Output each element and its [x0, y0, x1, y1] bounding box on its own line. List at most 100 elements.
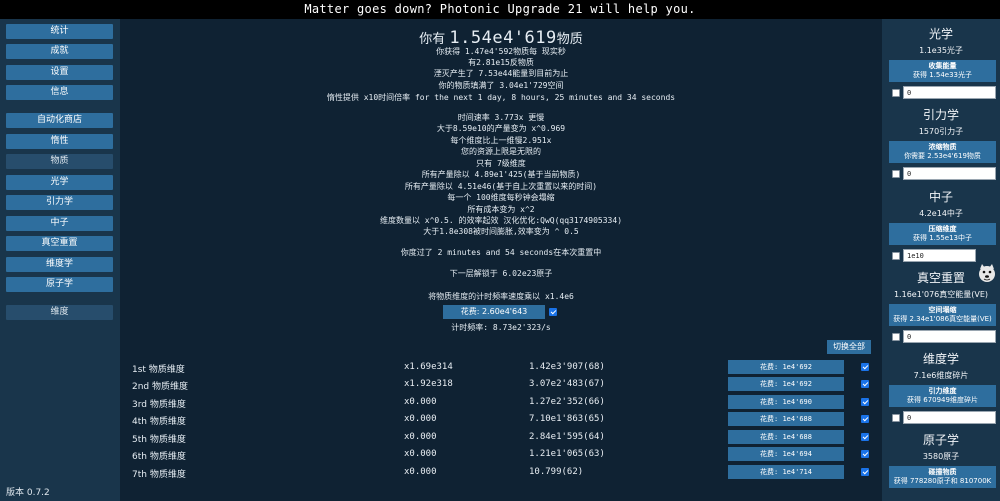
dimension-name: 4th 物质维度 — [132, 417, 186, 427]
auto-amount-input[interactable]: 0 — [903, 167, 996, 180]
auto-row: 0 — [882, 86, 1000, 100]
auto-checkbox[interactable] — [892, 414, 900, 422]
button-text: 获得 778280原子和 810700K — [893, 477, 992, 485]
nav-dimensionality[interactable]: 维度学 — [6, 257, 113, 272]
right-prestige-panel: 光学 1.1e35光子 收集能量 获得 1.54e33光子 0 引力学 1570… — [882, 19, 1000, 501]
effect-line: 大于1.8e308被时间膨胀,效率变为 ^ 0.5 — [423, 227, 579, 236]
amount-value: 1.54e4'619 — [449, 28, 557, 48]
effect-line: 每个维度比上一维慢2.951x — [450, 136, 552, 145]
tickspeed-buy-button[interactable]: 花费: 2.60e4'643 — [443, 305, 545, 319]
auto-row: 0 — [882, 411, 1000, 425]
dimension-row: 5th 物质维度 x0.000 2.84e1'595(64) 花费: 1e4'6… — [120, 429, 882, 446]
dimension-auto-checkbox[interactable] — [861, 468, 869, 476]
dimension-buy-button[interactable]: 花费: 1e4'692 — [728, 377, 844, 391]
dimensionality-section: 维度学 7.1e6维度碎片 引力维度 获得 670949维度碎片 0 — [882, 350, 1000, 425]
nav-info[interactable]: 信息 — [6, 85, 113, 100]
dimension-auto-checkbox[interactable] — [861, 415, 869, 423]
space-collapse-button[interactable]: 空间塌缩 获得 2.34e1'086真空能量(VE) — [889, 304, 996, 326]
dimension-multiplier: x0.000 — [404, 449, 437, 459]
button-title: 空间塌缩 — [928, 306, 957, 314]
optics-section: 光学 1.1e35光子 收集能量 获得 1.54e33光子 0 — [882, 25, 1000, 100]
info-line: 湮灭产生了 7.53e44能量到目前为止 — [433, 69, 569, 78]
section-amount: 4.2e14中子 — [919, 209, 963, 218]
section-amount: 3580原子 — [922, 452, 960, 461]
amount-prefix: 你有 — [419, 32, 446, 47]
section-amount: 1.16e1'076真空能量(VE) — [893, 290, 989, 299]
dimension-name: 3rd 物质维度 — [132, 400, 186, 410]
button-title: 收集能量 — [928, 62, 957, 70]
section-title: 光学 — [928, 27, 953, 41]
dimension-buy-button[interactable]: 花费: 1e4'688 — [728, 412, 844, 426]
dimension-row: 7th 物质维度 x0.000 10.799(62) 花费: 1e4'714 — [120, 464, 882, 481]
effect-line: 只有 7级维度 — [476, 159, 526, 168]
dimension-buy-button[interactable]: 花费: 1e4'694 — [728, 447, 844, 461]
dimension-amount: 10.799(62) — [529, 467, 584, 477]
left-sidebar: 统计 成就 设置 信息 自动化商店 惰性 物质 光学 引力学 中子 真空重置 维… — [0, 19, 120, 501]
nav-achievements[interactable]: 成就 — [6, 44, 113, 59]
effect-line: 时间速率 3.773x 更慢 — [457, 113, 545, 122]
auto-checkbox[interactable] — [892, 89, 900, 97]
dimension-buy-button[interactable]: 花费: 1e4'690 — [728, 395, 844, 409]
top-news-ticker: Matter goes down? Photonic Upgrade 21 wi… — [0, 0, 1000, 19]
dimension-name: 5th 物质维度 — [132, 435, 186, 445]
nav-dimensions[interactable]: 维度 — [6, 305, 113, 320]
button-text: 获得 1.54e33光子 — [912, 71, 973, 79]
section-amount: 7.1e6维度碎片 — [913, 371, 969, 380]
dimension-multiplier: x0.000 — [404, 467, 437, 477]
button-title: 浓缩物质 — [928, 143, 957, 151]
collide-matter-button[interactable]: 碰撞物质 获得 778280原子和 810700K — [889, 466, 996, 488]
dimension-multiplier: x0.000 — [404, 414, 437, 424]
auto-checkbox[interactable] — [892, 252, 900, 260]
dimension-auto-checkbox[interactable] — [861, 380, 869, 388]
nav-settings[interactable]: 设置 — [6, 65, 113, 80]
main-panel: 你有 1.54e4'619物质 你获得 1.47e4'592物质每 现实秒 有2… — [120, 19, 882, 501]
tickspeed-auto-checkbox[interactable] — [549, 308, 557, 316]
section-amount: 1570引力子 — [918, 127, 964, 136]
effect-line: 大于8.59e10的产量变为 x^0.969 — [436, 124, 566, 133]
section-amount: 1.1e35光子 — [919, 46, 963, 55]
nav-automation-shop[interactable]: 自动化商店 — [6, 113, 113, 128]
nav-neutron[interactable]: 中子 — [6, 216, 113, 231]
auto-checkbox[interactable] — [892, 170, 900, 178]
nav-inertia[interactable]: 惰性 — [6, 134, 113, 149]
dimension-auto-checkbox[interactable] — [861, 433, 869, 441]
dimension-auto-checkbox[interactable] — [861, 363, 869, 371]
dimension-row: 1st 物质维度 x1.69e314 1.42e3'907(68) 花费: 1e… — [120, 359, 882, 376]
auto-amount-input[interactable]: 0 — [903, 86, 996, 99]
nav-gravity[interactable]: 引力学 — [6, 195, 113, 210]
effect-line: 所有产量除以 4.89e1'425(基于当前物质) — [421, 170, 581, 179]
amount-suffix: 物质 — [556, 32, 583, 47]
dimension-multiplier: x1.69e314 — [404, 362, 453, 372]
condense-matter-button[interactable]: 浓缩物质 你需要 2.53e4'619物质 — [889, 141, 996, 163]
nav-vacuum-reset[interactable]: 真空重置 — [6, 236, 113, 251]
gravity-dimension-button[interactable]: 引力维度 获得 670949维度碎片 — [889, 385, 996, 407]
auto-amount-input[interactable]: 1e10 — [903, 249, 976, 262]
tickspeed-mult-line: 将物质维度的计时频率速度乘以 x1.4e6 — [428, 292, 574, 301]
dimension-auto-checkbox[interactable] — [861, 398, 869, 406]
nav-matter[interactable]: 物质 — [6, 154, 113, 169]
dimension-buy-button[interactable]: 花费: 1e4'714 — [728, 465, 844, 479]
auto-amount-input[interactable]: 0 — [903, 411, 996, 424]
button-text: 你需要 2.53e4'619物质 — [904, 152, 981, 160]
dimension-row: 4th 物质维度 x0.000 7.10e1'863(65) 花费: 1e4'6… — [120, 411, 882, 428]
compress-dimension-button[interactable]: 压缩维度 获得 1.55e13中子 — [889, 223, 996, 245]
section-title: 中子 — [928, 190, 953, 204]
dimension-buy-button[interactable]: 花费: 1e4'688 — [728, 430, 844, 444]
nav-statistics[interactable]: 统计 — [6, 24, 113, 39]
dimension-amount: 2.84e1'595(64) — [529, 432, 605, 442]
info-line: 惰性提供 x10时间倍率 for the next 1 day, 8 hours… — [326, 93, 676, 102]
effect-line: 所有产量除以 4.51e46(基于自上次重置以来的时间) — [404, 182, 598, 191]
auto-amount-input[interactable]: 0 — [903, 330, 996, 343]
auto-checkbox[interactable] — [892, 333, 900, 341]
nav-optics[interactable]: 光学 — [6, 175, 113, 190]
dimension-multiplier: x1.92e318 — [404, 379, 453, 389]
button-title: 压缩维度 — [928, 225, 957, 233]
time-spent-line: 你度过了 2 minutes and 54 seconds在本次重置中 — [400, 248, 602, 257]
toggle-all-button[interactable]: 切换全部 — [827, 340, 871, 354]
dimension-buy-button[interactable]: 花费: 1e4'692 — [728, 360, 844, 374]
matter-amount: 你有 1.54e4'619物质 — [120, 28, 882, 48]
nav-atomics[interactable]: 原子学 — [6, 277, 113, 292]
collect-energy-button[interactable]: 收集能量 获得 1.54e33光子 — [889, 60, 996, 82]
dimension-multiplier: x0.000 — [404, 432, 437, 442]
dimension-auto-checkbox[interactable] — [861, 450, 869, 458]
